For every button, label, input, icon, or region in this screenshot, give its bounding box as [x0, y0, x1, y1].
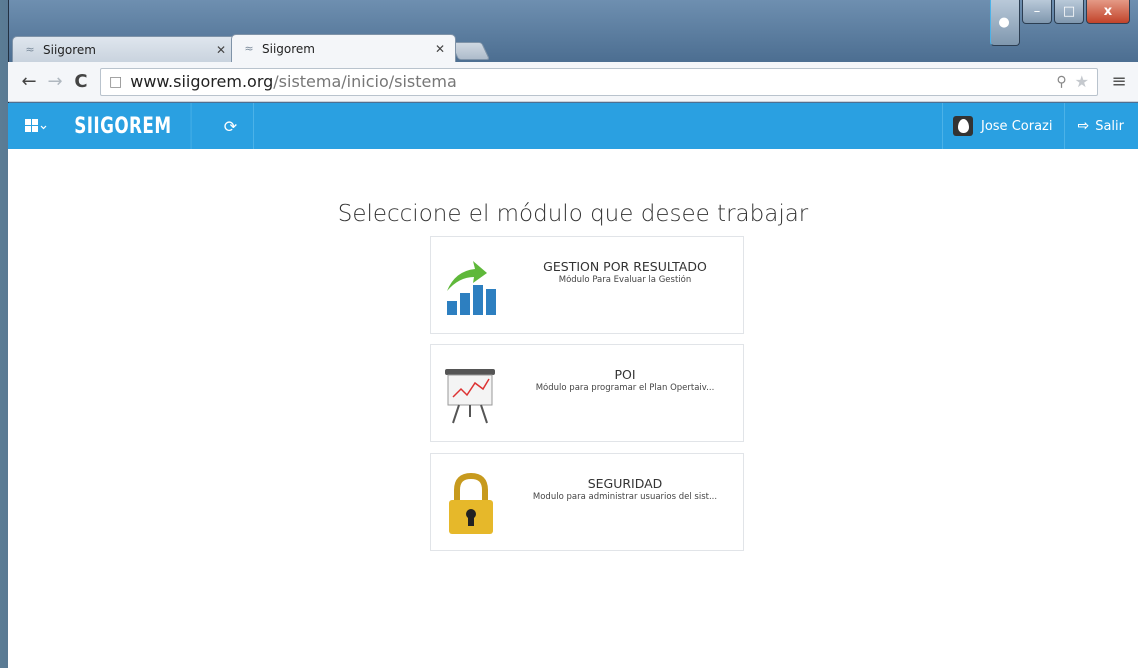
module-description: Módulo Para Evaluar la Gestión: [558, 275, 692, 285]
grid-icon: [25, 119, 47, 132]
user-icon: ●: [998, 15, 1010, 30]
back-button[interactable]: ←: [16, 71, 42, 92]
window-close-button[interactable]: x: [1086, 0, 1130, 24]
refresh-button[interactable]: ⟳: [208, 103, 254, 149]
tab-close-icon[interactable]: ✕: [435, 42, 445, 56]
tab-strip: ≈ Siigorem ✕ ≈ Siigorem ✕: [12, 34, 491, 62]
address-bar[interactable]: □ www.siigorem.org /sistema/inicio/siste…: [100, 67, 1098, 96]
browser-menu-button[interactable]: ≡: [1108, 71, 1130, 92]
sign-out-icon: ⇨: [1077, 118, 1090, 134]
bookmark-star-icon[interactable]: ★: [1075, 72, 1089, 91]
apps-menu-button[interactable]: [8, 103, 64, 149]
window-controls: ● – □ x: [990, 0, 1130, 46]
app-navbar: SIIGOREM ⟳ Jose Corazi ⇨ Salir: [8, 103, 1138, 149]
close-icon: x: [1103, 4, 1113, 19]
refresh-icon: ⟳: [223, 116, 238, 136]
forward-arrow-icon: →: [47, 71, 63, 92]
page-title: Seleccione el módulo que desee trabajar: [337, 201, 809, 227]
module-card-seguridad[interactable]: SEGURIDAD Modulo para administrar usuari…: [430, 453, 744, 551]
browser-toolbar: ← → C □ www.siigorem.org /sistema/inicio…: [8, 62, 1138, 102]
maximize-icon: □: [1062, 4, 1076, 19]
presentation-board-icon: [445, 369, 495, 424]
reload-button[interactable]: C: [68, 71, 94, 92]
reload-icon: C: [74, 71, 88, 92]
user-menu[interactable]: Jose Corazi: [942, 103, 1064, 149]
logout-label: Salir: [1095, 118, 1124, 134]
padlock-icon: [449, 472, 493, 534]
favicon-icon: ≈: [244, 41, 254, 55]
zoom-icon[interactable]: ⚲: [1056, 74, 1066, 90]
module-description: Módulo para programar el Plan Opertaiv..…: [535, 383, 715, 393]
avatar: [953, 116, 973, 136]
hamburger-menu-icon: ≡: [1111, 71, 1127, 92]
browser-tab-active[interactable]: ≈ Siigorem ✕: [231, 34, 456, 62]
back-arrow-icon: ←: [21, 71, 37, 92]
module-title: POI: [614, 367, 636, 382]
tab-title: Siigorem: [262, 41, 315, 56]
module-card-gestion[interactable]: GESTION POR RESULTADO Módulo Para Evalua…: [430, 236, 744, 334]
window-user-button[interactable]: ●: [990, 0, 1020, 46]
page-icon: □: [109, 73, 123, 90]
logout-button[interactable]: ⇨ Salir: [1064, 103, 1138, 149]
window-maximize-button[interactable]: □: [1054, 0, 1084, 24]
user-name: Jose Corazi: [981, 118, 1053, 134]
forward-button[interactable]: →: [42, 71, 68, 92]
module-description: Modulo para administrar usuarios del sis…: [532, 492, 718, 502]
favicon-icon: ≈: [25, 42, 35, 56]
browser-tab[interactable]: ≈ Siigorem ✕: [12, 36, 237, 62]
tab-close-icon[interactable]: ✕: [216, 43, 226, 57]
url-path: /sistema/inicio/sistema: [273, 72, 457, 91]
tab-title: Siigorem: [43, 42, 96, 57]
module-title: GESTION POR RESULTADO: [543, 259, 707, 274]
module-title: SEGURIDAD: [587, 476, 663, 491]
window-minimize-button[interactable]: –: [1022, 0, 1052, 24]
minimize-icon: –: [1033, 4, 1041, 19]
module-card-poi[interactable]: POI Módulo para programar el Plan Operta…: [430, 344, 744, 442]
brand-logo[interactable]: SIIGOREM: [64, 103, 192, 149]
growth-chart-icon: [447, 261, 496, 315]
url-host: www.siigorem.org: [130, 72, 274, 91]
main-content: Seleccione el módulo que desee trabajar …: [8, 149, 1138, 668]
